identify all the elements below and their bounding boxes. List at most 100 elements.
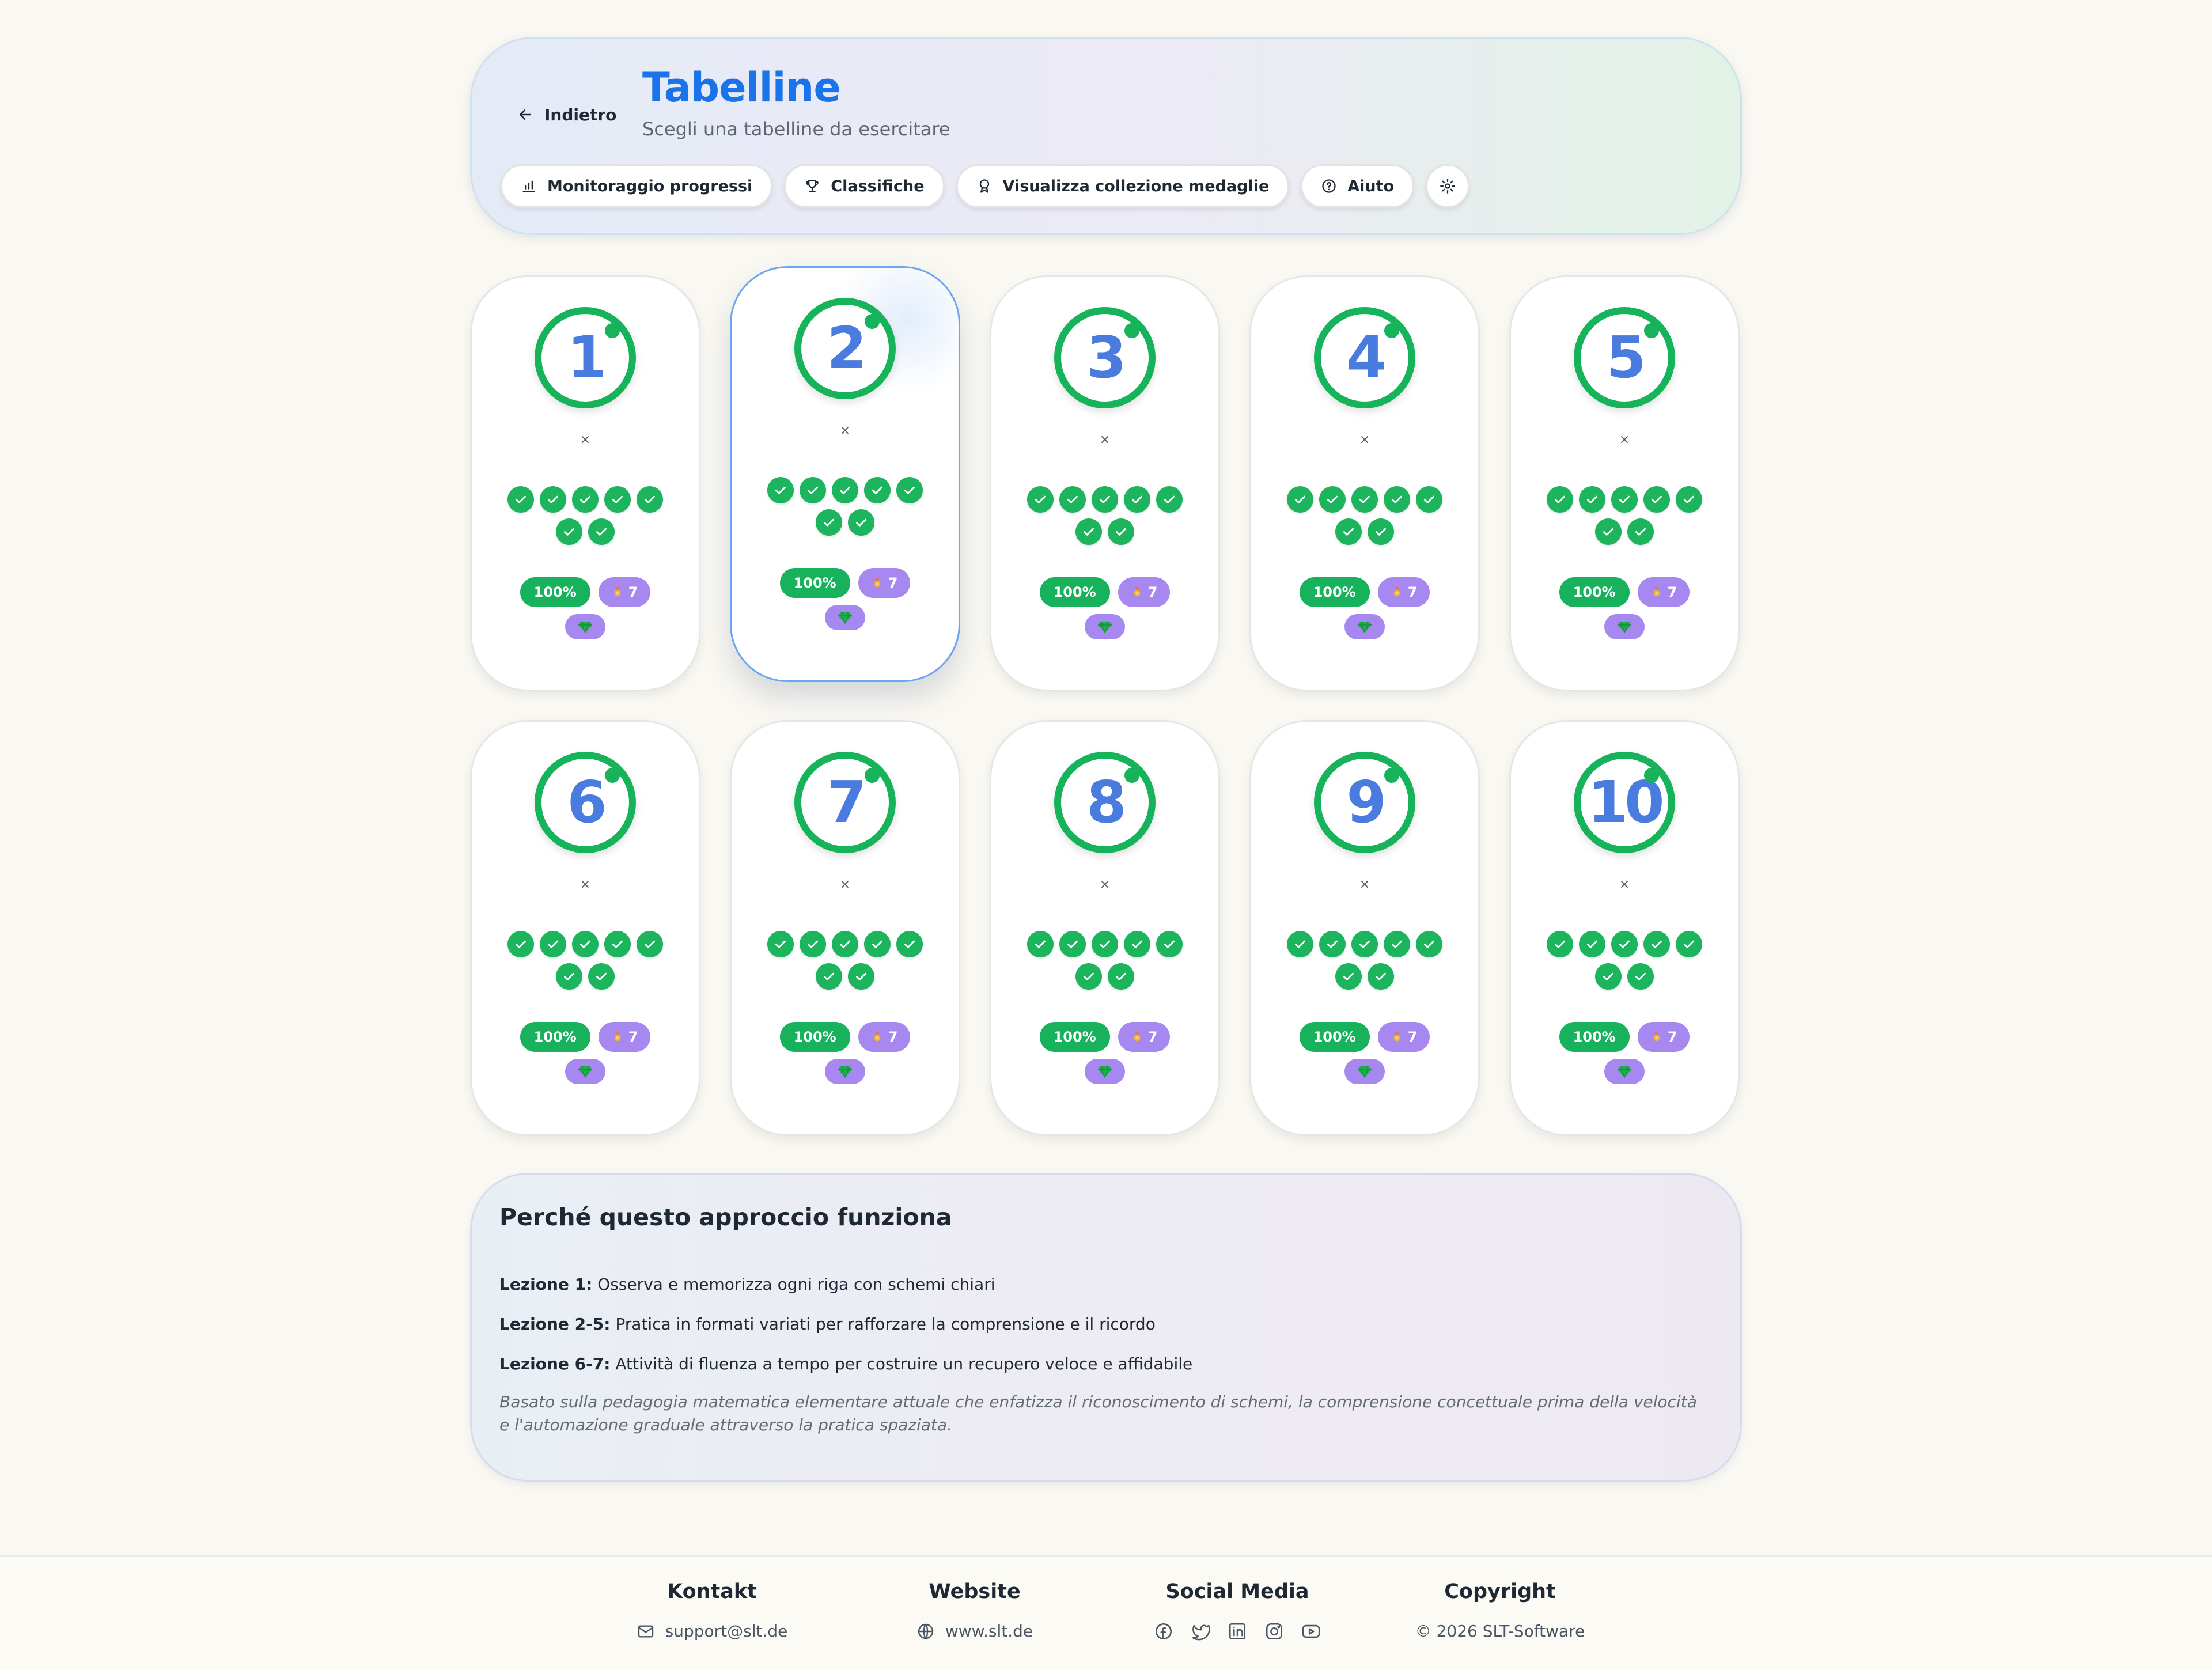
lesson-checks — [1544, 486, 1705, 545]
percent-badge: 100% — [1299, 577, 1370, 607]
medal-count-badge: 7 — [1637, 577, 1690, 607]
lesson-check-icon — [1124, 931, 1150, 957]
lesson-check-icon — [1676, 486, 1702, 513]
times-symbol: × — [1359, 433, 1370, 447]
lesson-check-icon — [1595, 963, 1622, 990]
times-symbol: × — [839, 877, 851, 892]
lesson-check-icon — [1595, 518, 1622, 545]
progress-tracking-button[interactable]: Monitoraggio progressi — [501, 164, 773, 208]
leaderboards-button[interactable]: Classifiche — [784, 164, 945, 208]
lesson-check-icon — [896, 931, 923, 957]
badges-row: 100% 7 — [1559, 1022, 1690, 1052]
lesson-check-icon — [1059, 486, 1086, 513]
medal-icon — [874, 577, 881, 588]
lesson-check-icon — [556, 518, 582, 545]
lesson-check-icon — [1335, 963, 1362, 990]
arrow-left-icon — [520, 109, 531, 120]
gem-icon — [1098, 621, 1112, 633]
linkedin-icon[interactable] — [1228, 1622, 1247, 1641]
medal-icon — [1653, 586, 1660, 597]
lesson-line-2: Lezione 2-5: Pratica in formati variati … — [499, 1315, 1713, 1334]
table-card-9[interactable]: 9 × 100% 7 — [1249, 720, 1480, 1136]
lesson-check-icon — [572, 486, 599, 513]
facebook-icon[interactable] — [1154, 1622, 1173, 1641]
help-label: Aiuto — [1347, 177, 1395, 195]
lesson-checks — [1024, 486, 1185, 545]
times-symbol: × — [579, 433, 591, 447]
instagram-icon[interactable] — [1264, 1622, 1284, 1641]
gem-icon — [578, 621, 592, 633]
medal-count: 7 — [1407, 1029, 1418, 1045]
medal-icon — [1393, 586, 1400, 597]
table-card-10[interactable]: 10 × 100% 7 — [1509, 720, 1740, 1136]
twitter-icon[interactable] — [1191, 1622, 1210, 1641]
medal-count-badge: 7 — [1118, 577, 1171, 607]
lesson-check-icon — [1092, 486, 1118, 513]
table-card-3[interactable]: 3 × 100% 7 — [990, 275, 1220, 691]
badges-row: 100% 7 — [1299, 1022, 1430, 1052]
youtube-icon[interactable] — [1301, 1622, 1321, 1641]
lesson-label: Lezione 2-5: — [499, 1315, 611, 1334]
badges-row: 100% 7 — [779, 1022, 911, 1052]
badges-row: 100% 7 — [779, 568, 911, 598]
lesson-check-icon — [848, 509, 874, 536]
table-number: 4 — [1346, 324, 1387, 391]
lesson-check-icon — [1287, 486, 1313, 513]
medal-icon — [614, 586, 621, 597]
medal-count-badge: 7 — [858, 568, 911, 598]
footer-website-heading: Website — [929, 1580, 1021, 1603]
table-number: 3 — [1086, 324, 1127, 391]
percent-badge: 100% — [779, 1022, 850, 1052]
table-card-7[interactable]: 7 × 100% 7 — [730, 720, 960, 1136]
status-dot — [865, 314, 880, 329]
progress-ring: 10 — [1574, 752, 1675, 853]
medal-count: 7 — [1667, 1029, 1677, 1045]
settings-button[interactable] — [1426, 164, 1470, 208]
table-number: 9 — [1346, 768, 1387, 836]
lesson-check-icon — [604, 486, 631, 513]
table-card-4[interactable]: 4 × 100% 7 — [1249, 275, 1480, 691]
footer-email: support@slt.de — [665, 1622, 788, 1641]
table-card-6[interactable]: 6 × 100% 7 — [470, 720, 700, 1136]
medal-count: 7 — [1667, 584, 1677, 600]
progress-ring: 3 — [1054, 307, 1156, 408]
gem-icon — [578, 1066, 592, 1078]
bar-chart-icon — [522, 180, 535, 192]
badges-row: 100% 7 — [520, 577, 651, 607]
back-button[interactable]: Indietro — [517, 96, 616, 133]
footer-copyright-heading: Copyright — [1444, 1580, 1556, 1603]
medal-count-badge: 7 — [1637, 1022, 1690, 1052]
lesson-checks — [505, 931, 666, 990]
lesson-line-1: Lezione 1: Osserva e memorizza ogni riga… — [499, 1275, 1713, 1294]
gear-icon — [1440, 179, 1455, 194]
table-card-2[interactable]: 2 × 100% 7 — [730, 266, 960, 682]
table-card-1[interactable]: 1 × 100% 7 — [470, 275, 700, 691]
table-card-5[interactable]: 5 × 100% 7 — [1509, 275, 1740, 691]
footer-email-link[interactable]: support@slt.de — [581, 1622, 843, 1641]
status-dot — [1124, 768, 1139, 783]
percent-badge: 100% — [1299, 1022, 1370, 1052]
medal-collection-button[interactable]: Visualizza collezione medaglie — [956, 164, 1290, 208]
medal-count: 7 — [628, 1029, 638, 1045]
help-button[interactable]: Aiuto — [1301, 164, 1415, 208]
tables-grid: 1 × 100% 7 2 × 100% 7 3 × 100% 7 4 × 100… — [470, 266, 1742, 1136]
status-dot — [1644, 768, 1659, 783]
lesson-checks — [764, 477, 926, 536]
info-title: Perché questo approccio funziona — [499, 1203, 952, 1231]
page-subtitle: Scegli una tabelline da esercitare — [642, 118, 950, 140]
lesson-check-icon — [1416, 486, 1442, 513]
lesson-check-icon — [540, 486, 566, 513]
table-card-8[interactable]: 8 × 100% 7 — [990, 720, 1220, 1136]
gem-badge — [565, 1059, 605, 1084]
gem-badge — [825, 1059, 865, 1084]
progress-ring: 9 — [1314, 752, 1415, 853]
medal-collection-label: Visualizza collezione medaglie — [1002, 177, 1270, 195]
social-links — [1106, 1622, 1369, 1641]
lesson-check-icon — [1108, 518, 1134, 545]
lesson-check-icon — [1287, 931, 1313, 957]
badges-row: 100% 7 — [1039, 1022, 1171, 1052]
badges-row: 100% 7 — [1559, 577, 1690, 607]
lesson-check-icon — [1059, 931, 1086, 957]
page-title: Tabelline — [642, 64, 841, 111]
footer-website-link[interactable]: www.slt.de — [843, 1622, 1106, 1641]
